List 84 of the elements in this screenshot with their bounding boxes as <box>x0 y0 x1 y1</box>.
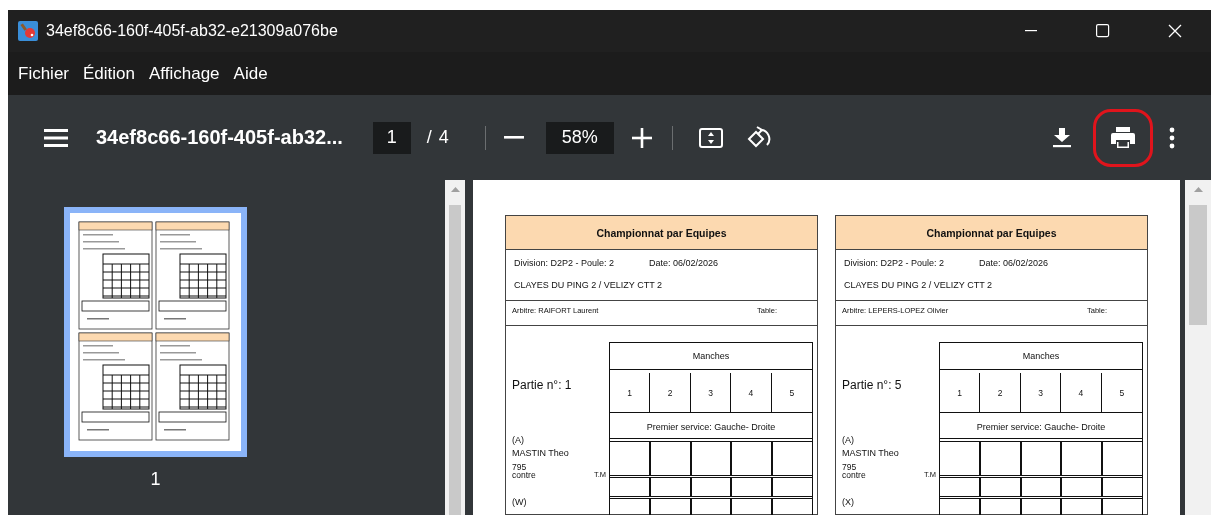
plus-icon <box>631 127 652 148</box>
maximize-icon <box>1096 24 1110 38</box>
set-number: 1 <box>940 373 981 413</box>
player-tag: (W) <box>512 497 527 507</box>
print-icon <box>1111 127 1135 148</box>
more-vert-icon <box>1169 126 1175 149</box>
page-thumbnail[interactable] <box>64 207 247 457</box>
against-text: contre <box>842 471 866 479</box>
set-number: 4 <box>1061 373 1102 413</box>
print-button[interactable] <box>1093 108 1153 167</box>
date-text: Date: 06/02/2026 <box>649 258 719 268</box>
player-tag: (A) <box>842 434 899 447</box>
score-cell <box>980 442 1021 475</box>
player-tag: (X) <box>842 497 854 507</box>
set-number: 4 <box>731 373 772 413</box>
date-text: Date: 06/02/2026 <box>979 258 1049 268</box>
page-total: 4 <box>438 127 449 148</box>
set-number: 2 <box>980 373 1021 413</box>
player-name: MASTIN Theo <box>842 447 899 460</box>
zoom-field[interactable]: 58% <box>545 121 614 154</box>
scrollbar-thumb[interactable] <box>1189 205 1207 325</box>
teams-text: CLAYES DU PING 2 / VELIZY CTT 2 <box>844 280 994 290</box>
score-cell <box>690 478 732 496</box>
scrollbar[interactable] <box>1185 180 1211 515</box>
score-cell <box>980 478 1021 496</box>
player-name: MASTIN Theo <box>512 447 569 460</box>
score-cell <box>940 478 981 496</box>
player-tag: (A) <box>512 434 569 447</box>
division-text: Division: D2P2 - Poule: 2 <box>844 258 946 268</box>
menu-icon <box>44 128 68 147</box>
score-cell <box>650 442 691 475</box>
score-cell <box>1101 442 1142 475</box>
close-icon <box>1168 24 1182 38</box>
score-cell <box>610 442 651 475</box>
set-number: 5 <box>771 373 812 413</box>
fit-page-icon <box>698 127 723 148</box>
window-title: 34ef8c66-160f-405f-ab32-e21309a076be <box>46 22 339 40</box>
set-number: 2 <box>650 373 691 413</box>
score-cell <box>771 442 812 475</box>
player-points: 795 <box>842 463 858 471</box>
minus-icon <box>503 136 524 139</box>
match-number: Partie n°: 5 <box>842 378 902 392</box>
menu-item[interactable]: Aide <box>227 59 274 88</box>
scroll-up-icon[interactable] <box>450 186 460 193</box>
scrollbar[interactable] <box>445 180 465 515</box>
page-number-field[interactable]: 1 <box>372 121 411 154</box>
scrollbar-thumb[interactable] <box>449 205 461 515</box>
service-text: Premier service: Gauche- Droite <box>610 416 812 439</box>
card-title: Championnat par Equipes <box>506 216 817 250</box>
set-number: 1 <box>610 373 651 413</box>
sets-header: Manches <box>940 343 1142 370</box>
score-cell <box>650 478 691 496</box>
menu-item[interactable]: Édition <box>77 59 141 88</box>
against-text: contre <box>512 471 536 479</box>
page-label: 1 <box>150 469 161 490</box>
score-cell <box>940 442 981 475</box>
card-title: Championnat par Equipes <box>836 216 1147 250</box>
score-cell <box>731 442 772 475</box>
score-cell <box>1020 442 1062 475</box>
set-number: 5 <box>1101 373 1142 413</box>
rotate-icon <box>746 125 771 150</box>
division-text: Division: D2P2 - Poule: 2 <box>514 258 616 268</box>
service-text: Premier service: Gauche- Droite <box>940 416 1142 439</box>
score-cell <box>1061 442 1102 475</box>
sets-header: Manches <box>610 343 812 370</box>
app-icon <box>18 21 38 41</box>
menu-item[interactable]: Fichier <box>12 59 75 88</box>
document-title: 34ef8c66-160f-405f-ab32... <box>96 126 343 149</box>
menu-item[interactable]: Affichage <box>143 59 226 88</box>
score-cell <box>731 478 772 496</box>
score-cell <box>690 442 732 475</box>
score-cell <box>1061 478 1102 496</box>
score-cell <box>1020 478 1062 496</box>
teams-text: CLAYES DU PING 2 / VELIZY CTT 2 <box>514 280 664 290</box>
download-icon <box>1053 127 1071 148</box>
page-separator: / <box>426 127 432 148</box>
scroll-up-icon[interactable] <box>1193 186 1203 193</box>
set-number: 3 <box>690 373 732 413</box>
match-number: Partie n°: 1 <box>512 378 572 392</box>
set-number: 3 <box>1020 373 1062 413</box>
score-cell <box>771 478 812 496</box>
score-cell <box>610 478 651 496</box>
player-points: 795 <box>512 463 528 471</box>
score-cell <box>1101 478 1142 496</box>
